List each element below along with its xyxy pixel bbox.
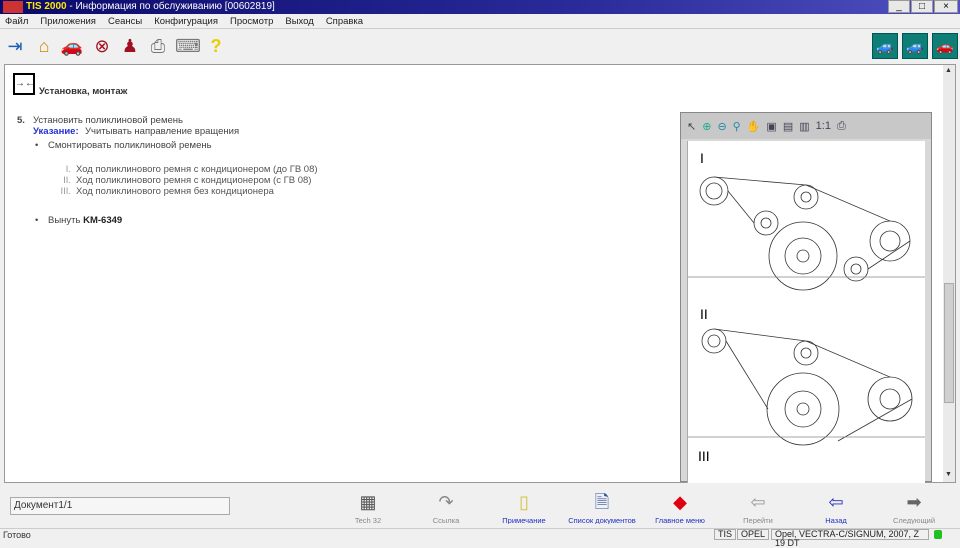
bullet-text: Смонтировать поликлиновой ремень <box>48 140 212 151</box>
bullet-icon: • <box>35 215 39 226</box>
connection-indicator-icon <box>934 530 942 539</box>
window-title: - Информация по обслуживанию [00602819] <box>66 1 275 12</box>
nav-label: Следующий <box>892 516 936 524</box>
link-arrow-icon: ↷ <box>438 492 454 512</box>
home-icon[interactable]: ⌂ <box>32 34 56 58</box>
section-heading: Установка, монтаж <box>39 86 128 97</box>
nav-label: Перейти <box>743 516 773 524</box>
main-menu-icon: ◆ <box>673 492 687 512</box>
print-icon[interactable]: ⎙ <box>146 34 170 58</box>
figure-label: III <box>698 448 710 464</box>
figure-label: I <box>700 150 704 166</box>
fit-page-icon[interactable]: ▣ <box>766 120 776 133</box>
step-number: 5. <box>17 115 25 126</box>
sublist-number: III. <box>60 186 71 197</box>
zoom-icon[interactable]: ⚲ <box>733 120 741 133</box>
sublist-link[interactable]: Ход поликлинового ремня с кондиционером … <box>76 175 311 186</box>
goto-button[interactable]: ⇦ Перейти <box>718 490 798 524</box>
menu-help[interactable]: Справка <box>326 14 363 28</box>
vehicle-icon[interactable]: 🚗 <box>60 34 84 58</box>
pointer-icon[interactable]: ↖ <box>687 120 696 133</box>
status-tis: TIS <box>714 529 737 540</box>
keyboard-icon[interactable]: ⌨ <box>175 34 201 58</box>
app-logo-icon <box>3 1 23 13</box>
cancel-icon[interactable]: ⊗ <box>90 34 114 58</box>
vehicle-info-icon[interactable]: 🚗 <box>932 33 958 59</box>
sublist-number: I. <box>65 164 71 175</box>
status-text: Готово <box>3 530 31 540</box>
scroll-up-icon[interactable]: ▲ <box>945 67 952 74</box>
minimize-button[interactable]: _ <box>888 0 910 13</box>
status-make: OPEL <box>737 529 770 540</box>
maximize-button[interactable]: □ <box>911 0 933 13</box>
scrollbar-thumb[interactable] <box>944 283 954 403</box>
title-bar: TIS 2000 - Информация по обслуживанию [0… <box>0 0 960 14</box>
menu-view[interactable]: Просмотр <box>230 14 273 28</box>
menu-configuration[interactable]: Конфигурация <box>154 14 218 28</box>
menu-sessions[interactable]: Сеансы <box>108 14 142 28</box>
note-icon: ▯ <box>519 492 529 512</box>
note-text: Учитывать направление вращения <box>85 126 240 137</box>
zoom-out-icon[interactable]: ⊖ <box>717 120 726 133</box>
back-arrow-button[interactable]: ⇦ Назад <box>796 490 876 524</box>
zoom-in-icon[interactable]: ⊕ <box>702 120 711 133</box>
tool-code: KM-6349 <box>83 215 123 226</box>
back-arrow-icon: ⇦ <box>828 492 844 512</box>
note-label: Указание: <box>33 126 79 137</box>
image-viewer: ↖ ⊕ ⊖ ⚲ ✋ ▣ ▤ ▥ 1:1 ⎙ I II III <box>680 112 932 483</box>
bullet-text: Вынуть KM-6349 <box>48 215 123 226</box>
nav-label: Назад <box>825 516 847 524</box>
installation-icon: →← <box>13 73 35 95</box>
document-counter: Документ1/1 <box>10 497 230 515</box>
vehicle-select-icon[interactable]: 🚙 <box>902 33 928 59</box>
nav-label: Список документов <box>568 516 636 524</box>
figure-label: II <box>700 306 708 322</box>
link-arrow-button[interactable]: ↷ Ссылка <box>406 490 486 524</box>
note-button[interactable]: ▯ Примечание <box>484 490 564 524</box>
vertical-scrollbar[interactable]: ▲ ▼ <box>943 65 955 482</box>
step-text: Установить поликлиновой ремень <box>33 115 183 126</box>
tech32-icon: ▦ <box>359 492 377 512</box>
exit-icon[interactable]: ⇥ <box>3 34 27 58</box>
main-menu-button[interactable]: ◆ Главное меню <box>640 490 720 524</box>
actual-size-button[interactable]: 1:1 <box>816 120 831 132</box>
vehicle-data-icon[interactable]: 🚙 <box>872 33 898 59</box>
nav-label: Главное меню <box>655 516 705 524</box>
document-pane: →← Установка, монтаж 5. Установить полик… <box>4 64 956 483</box>
next-arrow-icon: ➡ <box>906 492 922 512</box>
print-image-icon[interactable]: ⎙ <box>837 120 846 133</box>
menu-file[interactable]: Файл <box>5 14 28 28</box>
tech32-button[interactable]: ▦ Tech 32 <box>328 490 408 524</box>
nav-label: Ссылка <box>432 516 460 524</box>
person-icon[interactable]: ♟ <box>118 34 142 58</box>
app-name: TIS 2000 <box>26 1 67 12</box>
menu-exit[interactable]: Выход <box>285 14 313 28</box>
nav-label: Tech 32 <box>354 516 382 524</box>
nav-label: Примечание <box>502 516 546 524</box>
fit-width-icon[interactable]: ▥ <box>799 120 809 133</box>
document-list-icon: 🗎 <box>594 492 610 512</box>
pan-hand-icon[interactable]: ✋ <box>747 120 761 133</box>
fit-height-icon[interactable]: ▤ <box>783 120 793 133</box>
status-vehicle: Opel, VECTRA-C/SIGNUM, 2007, Z 19 DT <box>771 529 929 548</box>
close-button[interactable]: × <box>934 0 958 13</box>
help-icon[interactable]: ? <box>204 34 228 58</box>
belt-routing-diagram: I II III <box>687 141 925 483</box>
scroll-down-icon[interactable]: ▼ <box>945 471 952 478</box>
document-list-button[interactable]: 🗎 Список документов <box>562 490 642 524</box>
menu-applications[interactable]: Приложения <box>40 14 96 28</box>
bullet-icon: • <box>35 140 39 151</box>
sublist-link[interactable]: Ход поликлинового ремня без кондиционера <box>76 186 274 197</box>
sublist-number: II. <box>63 175 71 186</box>
sublist-link[interactable]: Ход поликлинового ремня с кондиционером … <box>76 164 318 175</box>
menu-bar: Файл Приложения Сеансы Конфигурация Прос… <box>0 14 960 29</box>
viewer-toolbar: ↖ ⊕ ⊖ ⚲ ✋ ▣ ▤ ▥ 1:1 ⎙ <box>681 113 931 139</box>
next-arrow-button[interactable]: ➡ Следующий <box>874 490 954 524</box>
goto-icon: ⇦ <box>750 492 766 512</box>
